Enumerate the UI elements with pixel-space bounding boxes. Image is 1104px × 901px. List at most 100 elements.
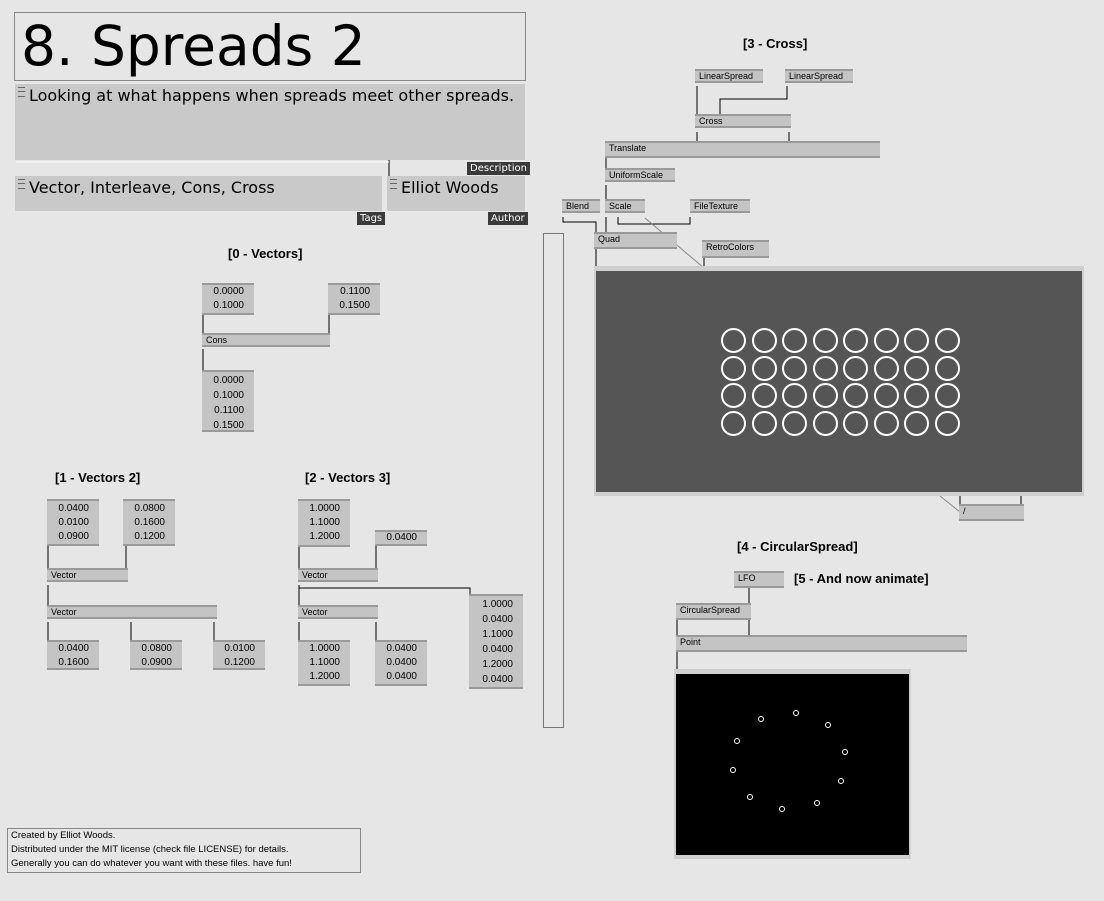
node-file-texture[interactable]: FileTexture (690, 199, 750, 213)
credits-box: Created by Elliot Woods. Distributed und… (7, 828, 361, 873)
node-vector[interactable]: Vector (298, 568, 378, 582)
value-box[interactable]: 0.0000 0.1000 0.1100 0.1500 (202, 370, 254, 432)
render-circle (721, 355, 746, 381)
value-box[interactable]: 0.0400 0.1600 (47, 640, 99, 670)
node-label: Quad (598, 234, 621, 244)
render-circle (873, 355, 899, 381)
node-quad[interactable]: Quad (594, 232, 677, 249)
node-retro-colors[interactable]: RetroColors (702, 240, 769, 258)
vertical-slider[interactable] (543, 233, 564, 728)
node-vector[interactable]: Vector (47, 605, 217, 619)
render-circle (904, 383, 929, 408)
value: 1.0000 (309, 503, 340, 514)
node-label: LinearSpread (699, 71, 754, 81)
value: 0.1000 (213, 390, 244, 401)
node-label: / (963, 506, 966, 516)
render-circle (812, 383, 838, 408)
node-lfo[interactable]: LFO (734, 571, 784, 588)
value: 0.0900 (141, 657, 172, 668)
value-box[interactable]: 0.1100 0.1500 (328, 283, 380, 315)
credits-line: Distributed under the MIT license (check… (11, 844, 289, 855)
value-box[interactable]: 0.0100 0.1200 (213, 640, 265, 670)
value: 0.0400 (482, 644, 513, 655)
value-box[interactable]: 0.0000 0.1000 (202, 283, 254, 315)
node-scale[interactable]: Scale (605, 199, 645, 213)
value: 1.2000 (309, 671, 340, 682)
node-circular-spread[interactable]: CircularSpread (676, 603, 751, 620)
section-heading-vectors2: [1 - Vectors 2] (55, 470, 141, 485)
value-box[interactable]: 0.0400 0.0100 0.0900 (47, 499, 99, 546)
render-point (730, 767, 737, 774)
node-uniform-scale[interactable]: UniformScale (605, 168, 675, 182)
node-blend[interactable]: Blend (562, 199, 600, 213)
section-heading-cross: [3 - Cross] (743, 36, 808, 51)
render-circle (934, 383, 960, 408)
node-cons[interactable]: Cons (202, 333, 330, 347)
node-label: Translate (609, 143, 647, 153)
render-circle (751, 355, 777, 381)
value: 0.1200 (134, 531, 165, 542)
value: 0.0800 (134, 503, 165, 514)
node-vector[interactable]: Vector (298, 605, 378, 619)
node-linear-spread[interactable]: LinearSpread (785, 69, 853, 83)
renderer-grey-frame (594, 266, 1084, 496)
render-circle (873, 328, 899, 353)
render-circle (843, 383, 868, 408)
grip-icon (390, 179, 397, 189)
value: 0.1600 (58, 657, 89, 668)
value: 1.2000 (309, 531, 340, 542)
value-box[interactable]: 1.0000 1.1000 1.2000 (298, 640, 350, 686)
render-circle (904, 410, 929, 436)
value-box[interactable]: 0.0400 (375, 530, 427, 546)
value: 0.0800 (141, 643, 172, 654)
node-linear-spread[interactable]: LinearSpread (695, 69, 763, 83)
render-circle (782, 410, 807, 436)
node-point[interactable]: Point (676, 635, 967, 652)
node-translate[interactable]: Translate (605, 141, 880, 158)
node-label: RetroColors (706, 242, 755, 252)
description-tag: Description (467, 162, 530, 175)
value: 1.1000 (309, 657, 340, 668)
node-cross[interactable]: Cross (695, 114, 791, 128)
renderer-black-view[interactable] (676, 674, 909, 855)
render-circle (721, 410, 746, 436)
render-circle (934, 328, 960, 353)
value: 0.0400 (386, 671, 417, 682)
render-point (792, 709, 799, 716)
value-box[interactable]: 0.0400 0.0400 0.0400 (375, 640, 427, 686)
description-text: Looking at what happens when spreads mee… (29, 86, 515, 105)
value-box[interactable]: 1.0000 0.0400 1.1000 0.0400 1.2000 0.040… (469, 594, 523, 689)
tags-box[interactable]: Vector, Interleave, Cons, Cross (15, 176, 382, 211)
value-box[interactable]: 0.0800 0.1600 0.1200 (123, 499, 175, 546)
render-circle (751, 410, 777, 436)
description-box[interactable]: Looking at what happens when spreads mee… (15, 84, 525, 160)
node-label: Vector (302, 607, 328, 617)
node-label: Vector (302, 570, 328, 580)
render-circle (751, 328, 777, 353)
renderer-grey-view[interactable] (596, 271, 1082, 492)
value: 1.1000 (482, 629, 513, 640)
value: 1.0000 (309, 643, 340, 654)
node-divide[interactable]: / (959, 504, 1024, 521)
node-vector[interactable]: Vector (47, 568, 128, 582)
author-box[interactable]: Elliot Woods (387, 176, 525, 211)
value: 0.1100 (214, 405, 244, 416)
value: 1.1000 (309, 517, 340, 528)
node-label: Scale (609, 201, 632, 211)
node-label: Vector (51, 607, 77, 617)
section-heading-vectors3: [2 - Vectors 3] (305, 470, 391, 485)
render-circle (843, 328, 868, 353)
value: 0.0000 (213, 375, 244, 386)
render-point (824, 722, 831, 729)
value: 0.1100 (340, 286, 370, 297)
render-circle (721, 383, 746, 408)
render-circle (812, 328, 838, 353)
section-heading-animate: [5 - And now animate] (794, 571, 929, 586)
patch-title: 8. Spreads 2 (21, 14, 366, 78)
node-label: LinearSpread (789, 71, 844, 81)
value-box[interactable]: 0.0800 0.0900 (130, 640, 182, 670)
node-label: LFO (738, 573, 756, 583)
render-point (813, 800, 820, 807)
value-box[interactable]: 1.0000 1.1000 1.2000 (298, 499, 350, 547)
node-label: UniformScale (609, 170, 664, 180)
